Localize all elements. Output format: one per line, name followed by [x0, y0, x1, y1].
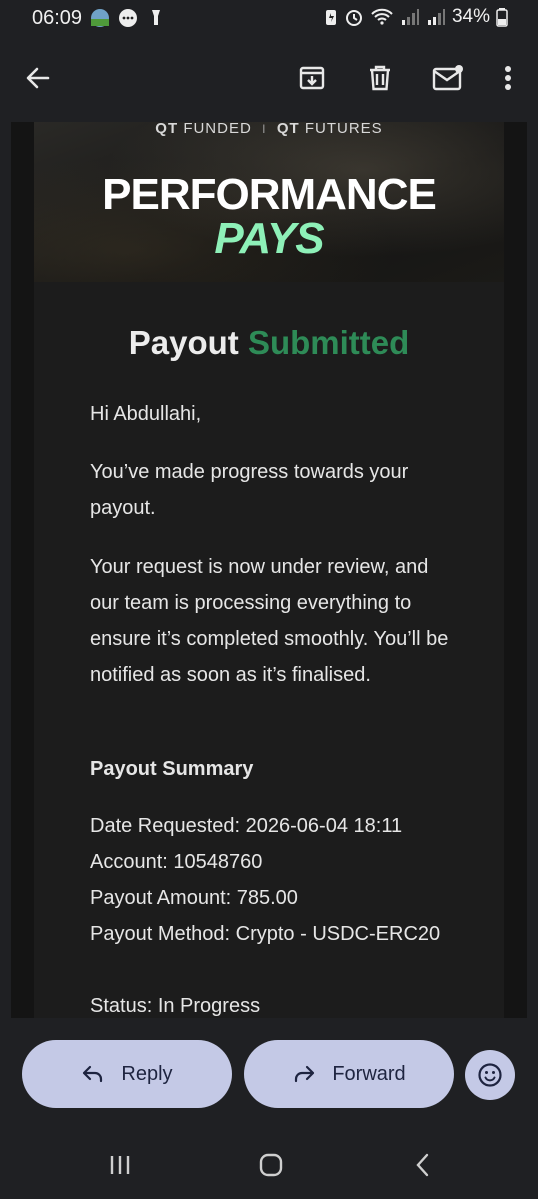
- forward-icon: [295, 1065, 315, 1083]
- back-button[interactable]: [20, 60, 56, 96]
- brand-line: QT FUNDED I QT FUTURES: [34, 122, 504, 137]
- forward-button[interactable]: Forward: [244, 1040, 454, 1108]
- email-toolbar: [0, 38, 538, 118]
- summary-amount: Payout Amount: 785.00: [90, 887, 298, 909]
- brand-right-text: FUTURES: [304, 122, 383, 137]
- back-arrow-icon: [26, 67, 50, 89]
- signal-icon: [427, 9, 445, 25]
- archive-button[interactable]: [294, 60, 330, 96]
- banner-subtitle: PAYS: [214, 214, 324, 263]
- home-button[interactable]: [253, 1150, 289, 1180]
- delete-icon: [370, 65, 390, 91]
- emoji-reaction-button[interactable]: [465, 1050, 515, 1100]
- summary-title: Payout Summary: [90, 758, 254, 780]
- battery-icon: [496, 8, 508, 27]
- archive-icon: [299, 66, 325, 90]
- delete-button[interactable]: [362, 60, 398, 96]
- summary-date: Date Requested: 2026-06-04 18:11: [90, 815, 403, 837]
- brand-left-text: FUNDED: [183, 122, 252, 137]
- wifi-icon: [371, 8, 393, 25]
- status-notification-icons: [90, 8, 166, 28]
- emoji-icon: [478, 1063, 502, 1087]
- paragraph-progress: You’ve made progress towards your payout…: [90, 461, 409, 519]
- flashlight-icon: [152, 10, 160, 25]
- status-bar: 06:09 34%: [0, 0, 538, 38]
- reply-actions: Reply Forward: [0, 1018, 538, 1128]
- recent-apps-button[interactable]: [102, 1150, 138, 1180]
- soccer-icon: [91, 9, 109, 27]
- status-time: 06:09: [32, 7, 83, 29]
- alarm-icon: [345, 10, 362, 26]
- system-navigation-bar: [0, 1130, 538, 1199]
- summary-status: Status: In Progress: [90, 995, 261, 1017]
- chat-icon: [119, 9, 137, 27]
- mark-unread-icon: [432, 65, 463, 91]
- status-system-icons: 34%: [324, 6, 508, 28]
- brand-right-mark: QT: [276, 122, 300, 137]
- reply-button[interactable]: Reply: [22, 1040, 232, 1108]
- more-icon: [505, 66, 511, 90]
- battery-saver-icon: [325, 10, 336, 25]
- banner-title: PERFORMANCE: [102, 170, 437, 219]
- greeting: Hi Abdullahi,: [90, 403, 202, 425]
- summary-method: Payout Method: Crypto - USDC-ERC20: [90, 923, 441, 945]
- chevron-left-icon: [416, 1153, 429, 1177]
- brand-separator: I: [262, 122, 267, 136]
- forward-label: Forward: [332, 1062, 406, 1085]
- system-back-button[interactable]: [404, 1150, 440, 1180]
- signal-icon: [401, 9, 419, 25]
- email-banner: QT FUNDED I QT FUTURES PERFORMANCE PAYS: [34, 122, 504, 282]
- battery-percent: 34%: [451, 6, 490, 27]
- more-options-button[interactable]: [490, 60, 526, 96]
- home-icon: [259, 1153, 283, 1177]
- recent-apps-icon: [110, 1156, 130, 1174]
- mark-unread-button[interactable]: [430, 60, 466, 96]
- email-message: Payout Submitted Hi Abdullahi, You’ve ma…: [34, 282, 504, 1018]
- paragraph-review: Your request is now under review, and ou…: [90, 556, 449, 686]
- reply-icon: [83, 1065, 103, 1083]
- heading-main: Payout: [128, 324, 239, 361]
- summary-account: Account: 10548760: [90, 851, 263, 873]
- reply-label: Reply: [121, 1062, 173, 1085]
- brand-left-mark: QT: [155, 122, 179, 137]
- email-heading: Payout Submitted: [34, 324, 504, 362]
- heading-accent: Submitted: [247, 324, 410, 361]
- email-body[interactable]: QT FUNDED I QT FUTURES PERFORMANCE PAYS …: [11, 122, 527, 1018]
